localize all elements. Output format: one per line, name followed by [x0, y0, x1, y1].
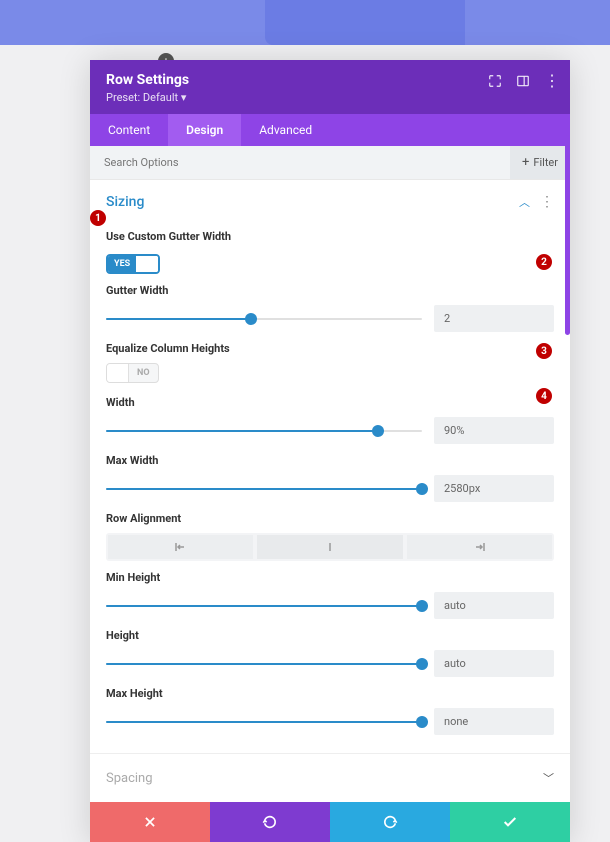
toggle-off-knob [107, 364, 129, 382]
slider-min-height[interactable] [106, 596, 422, 616]
section-sizing-title: Sizing [106, 194, 519, 210]
value-max-height[interactable]: none [434, 708, 554, 735]
search-input[interactable] [90, 146, 510, 179]
toggle-equalize[interactable]: NO [106, 363, 159, 383]
row-settings-panel: Row Settings Preset: Default ▾ ⋮ Content… [90, 60, 570, 842]
value-width[interactable]: 90% [434, 417, 554, 444]
save-button[interactable] [450, 802, 570, 842]
section-spacing-header[interactable]: Spacing ﹀ [90, 753, 570, 802]
align-left-button[interactable] [108, 535, 253, 559]
tab-bar: Content Design Advanced [90, 114, 570, 146]
panel-scrollbar[interactable] [565, 135, 570, 335]
tab-design[interactable]: Design [168, 114, 241, 146]
align-right-button[interactable] [407, 535, 552, 559]
align-center-button[interactable] [257, 535, 402, 559]
label-equalize: Equalize Column Heights [106, 342, 554, 355]
panel-title: Row Settings [106, 72, 554, 88]
slider-max-width[interactable] [106, 479, 422, 499]
panel-header: Row Settings Preset: Default ▾ ⋮ [90, 60, 570, 114]
toggle-custom-gutter[interactable]: YES [106, 254, 160, 274]
tab-advanced[interactable]: Advanced [241, 114, 330, 146]
cancel-button[interactable] [90, 802, 210, 842]
label-custom-gutter: Use Custom Gutter Width [106, 230, 554, 243]
preset-dropdown[interactable]: Preset: Default ▾ [106, 91, 554, 104]
section-body: Use Custom Gutter Width YES Gutter Width… [90, 230, 570, 753]
slider-gutter[interactable] [106, 309, 422, 329]
section-sizing-header[interactable]: Sizing ︿ ⋮ [90, 180, 570, 220]
slider-width[interactable] [106, 421, 422, 441]
slider-height[interactable] [106, 654, 422, 674]
filter-label: Filter [533, 156, 558, 169]
label-gutter-width: Gutter Width [106, 284, 554, 297]
more-icon[interactable]: ⋮ [544, 74, 558, 88]
value-min-height[interactable]: auto [434, 592, 554, 619]
annotation-marker-4: 4 [536, 388, 552, 404]
label-height: Height [106, 629, 554, 642]
expand-icon[interactable] [488, 74, 502, 88]
toggle-no-label: NO [129, 368, 158, 378]
toggle-yes-label: YES [108, 256, 136, 272]
value-max-width[interactable]: 2580px [434, 475, 554, 502]
page-background-tab [265, 0, 465, 45]
redo-button[interactable] [330, 802, 450, 842]
value-height[interactable]: auto [434, 650, 554, 677]
label-width: Width [106, 396, 554, 409]
sidebar-toggle-icon[interactable] [516, 74, 530, 88]
annotation-marker-1: 1 [90, 210, 106, 226]
panel-footer [90, 802, 570, 842]
row-alignment-group [106, 533, 554, 561]
annotation-marker-3: 3 [536, 343, 552, 359]
search-bar: +Filter [90, 146, 570, 180]
label-row-align: Row Alignment [106, 512, 554, 525]
label-max-width: Max Width [106, 454, 554, 467]
toggle-knob [136, 256, 158, 272]
label-min-height: Min Height [106, 571, 554, 584]
tab-content[interactable]: Content [90, 114, 168, 146]
value-gutter[interactable]: 2 [434, 305, 554, 332]
chevron-down-icon: ﹀ [543, 770, 554, 786]
slider-max-height[interactable] [106, 712, 422, 732]
filter-button[interactable]: +Filter [510, 146, 570, 179]
label-max-height: Max Height [106, 687, 554, 700]
section-more-icon[interactable]: ⋮ [540, 194, 554, 210]
annotation-marker-2: 2 [536, 254, 552, 270]
undo-button[interactable] [210, 802, 330, 842]
section-spacing-title: Spacing [106, 771, 543, 786]
collapse-icon[interactable]: ︿ [519, 194, 530, 210]
